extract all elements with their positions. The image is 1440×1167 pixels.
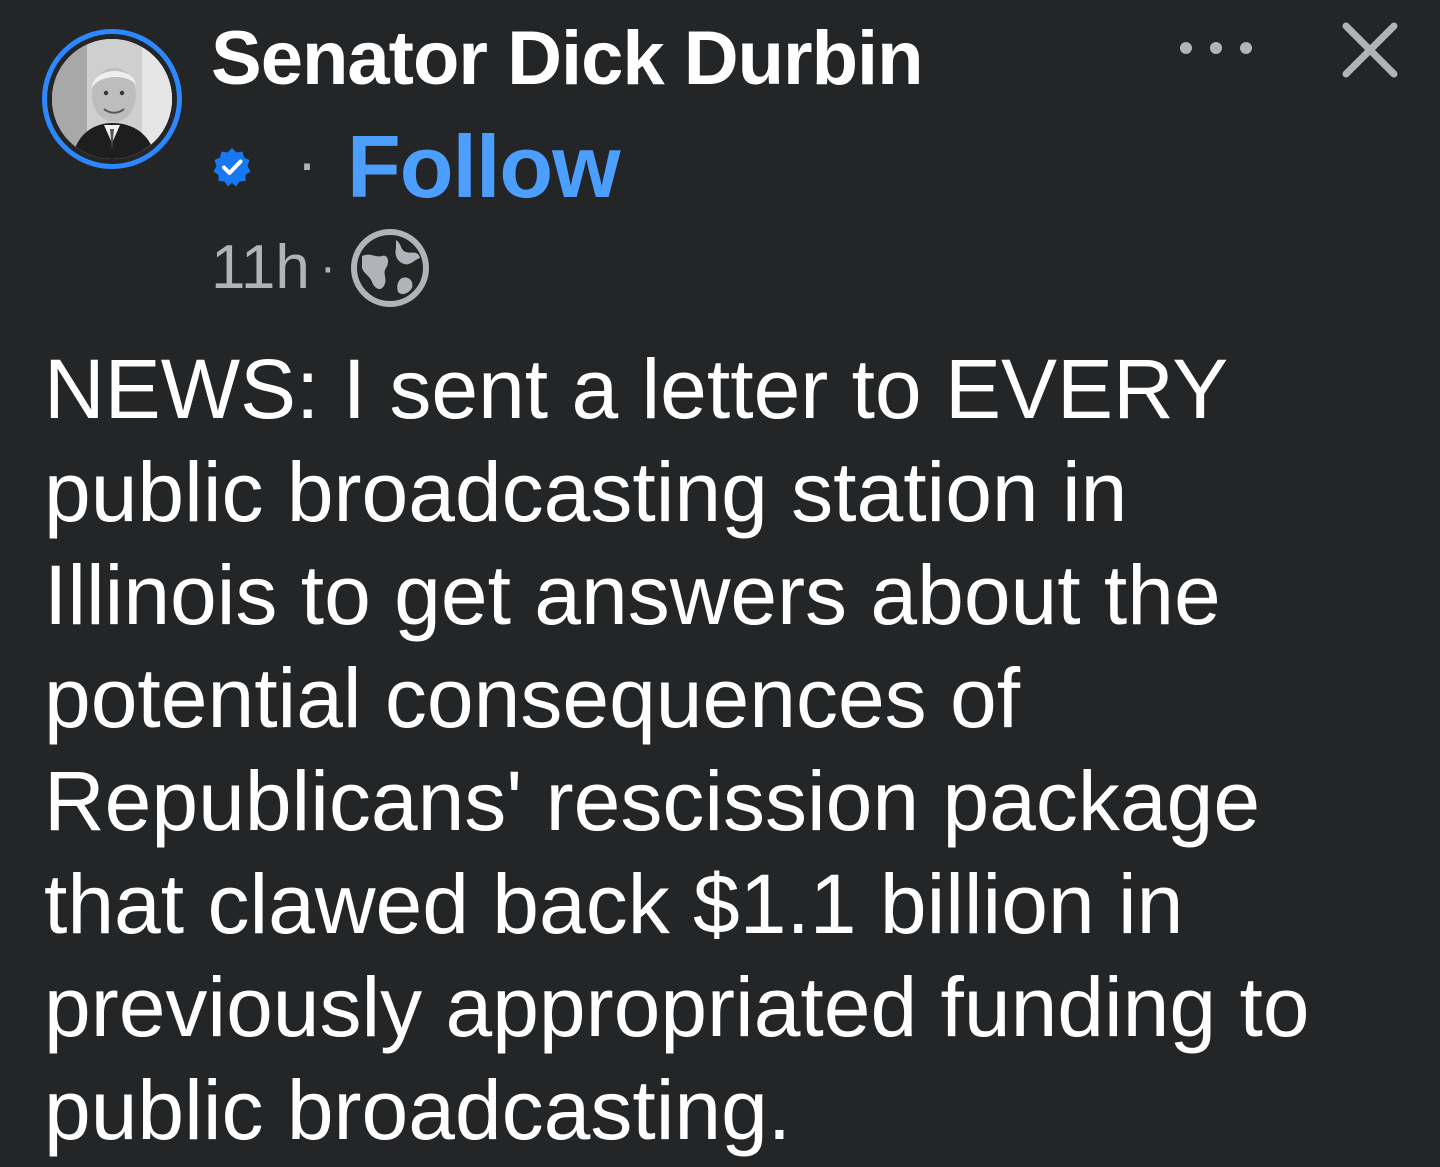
author-meta-row: · Follow bbox=[211, 122, 621, 212]
separator-dot: · bbox=[297, 129, 317, 196]
separator-dot: · bbox=[319, 241, 336, 294]
post-body-text: NEWS: I sent a letter to EVERY public br… bbox=[44, 342, 1310, 1157]
globe-icon[interactable] bbox=[348, 226, 432, 310]
avatar-story-ring[interactable] bbox=[42, 29, 182, 169]
verified-badge-icon bbox=[213, 148, 251, 187]
more-dot bbox=[1180, 42, 1192, 54]
author-name[interactable]: Senator Dick Durbin bbox=[211, 14, 924, 104]
more-dot bbox=[1240, 42, 1252, 54]
avatar[interactable] bbox=[52, 39, 172, 159]
post-meta: 11h · bbox=[211, 226, 432, 310]
follow-button[interactable]: Follow bbox=[347, 123, 621, 211]
avatar-photo bbox=[52, 39, 172, 159]
close-button[interactable] bbox=[1336, 16, 1404, 84]
more-options-icon[interactable] bbox=[1180, 28, 1252, 68]
more-dot bbox=[1210, 42, 1222, 54]
close-icon bbox=[1342, 22, 1398, 78]
post-card: Senator Dick Durbin · Follow 11h · NEWS:… bbox=[0, 0, 1440, 1167]
post-timestamp[interactable]: 11h bbox=[211, 237, 310, 299]
